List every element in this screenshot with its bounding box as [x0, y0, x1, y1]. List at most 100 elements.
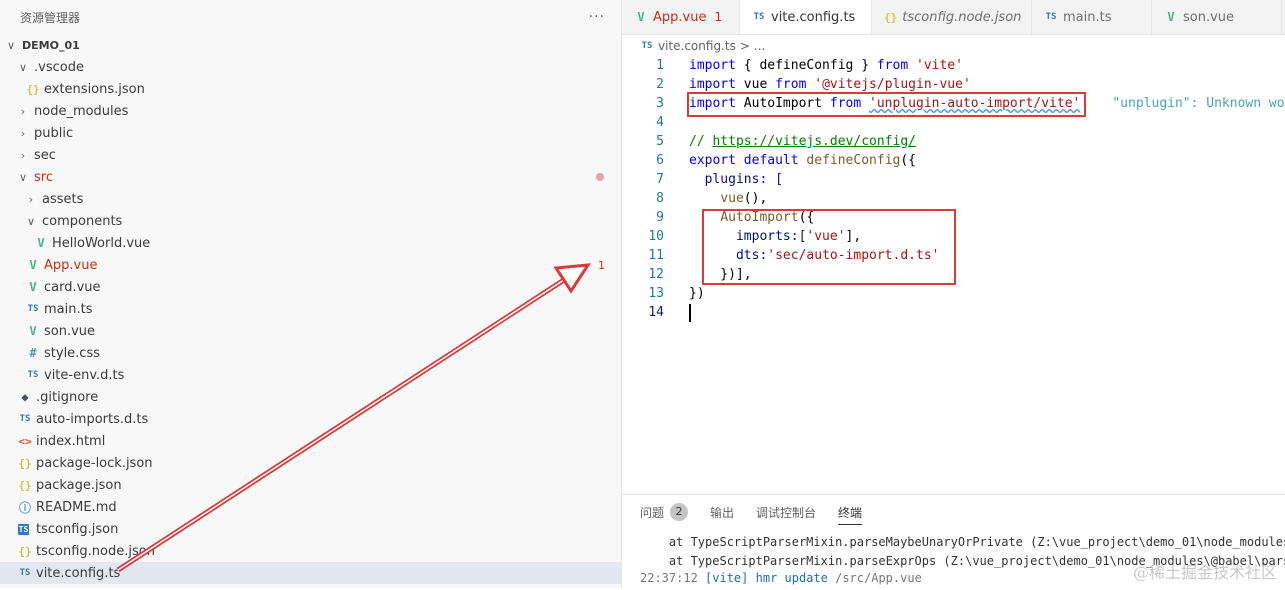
chevron-right-icon: › — [20, 148, 26, 162]
line-number: 8 — [656, 191, 664, 206]
tree-item[interactable]: › sec — [0, 144, 639, 166]
tree-item-label: package-lock.json — [36, 455, 153, 471]
tree-item[interactable]: Vson.vue — [0, 320, 647, 342]
tree-item[interactable]: ∨ src — [0, 166, 639, 188]
tab-label: main.ts — [1063, 9, 1112, 25]
panel-tab[interactable]: 调试控制台 — [756, 504, 816, 521]
editor-tab[interactable]: V App.vue 1 — [622, 0, 740, 34]
tree-item-label: tsconfig.json — [36, 521, 119, 537]
panel-tabs: 问题 2 输出 调试控制台 终端 — [622, 495, 1285, 529]
line-number: 6 — [656, 153, 664, 168]
code-line: 5 // https://vitejs.dev/config/ — [622, 132, 1285, 151]
code-text: // https://vitejs.dev/config/ — [689, 134, 916, 149]
editor-tab[interactable]: Vson.vue — [1152, 0, 1282, 34]
chevron-down-icon: ∨ — [18, 170, 28, 184]
css-file-icon: # — [29, 346, 37, 360]
tree-item[interactable]: TS main.ts — [0, 298, 647, 320]
chevron-down-icon: ∨ — [26, 214, 36, 228]
vue-file-icon: V — [37, 236, 45, 250]
config-link[interactable]: https://vitejs.dev/config/ — [712, 134, 916, 149]
editor-tab[interactable]: TS main.ts — [1032, 0, 1152, 34]
line-number: 2 — [656, 77, 664, 92]
tab-label: vite.config.ts — [771, 9, 856, 25]
tree-item[interactable]: {} package.json — [0, 474, 639, 496]
editor-area: V App.vue 1 TS vite.config.ts {} tsconfig.node… — [622, 0, 1285, 589]
tab-problem-count: 1 — [714, 10, 723, 24]
line-number: 7 — [656, 172, 664, 187]
tree-item[interactable]: ◆ .gitignore — [0, 386, 639, 408]
line-number: 5 — [656, 134, 664, 149]
panel-tab[interactable]: 问题 2 — [640, 503, 689, 521]
tree-item[interactable]: V App.vue — [0, 254, 647, 276]
tab-label: tsconfig.node.json — [902, 9, 1022, 25]
tree-item[interactable]: TS vite-env.d.ts — [0, 364, 647, 386]
tree-item[interactable]: TS auto-imports.d.ts — [0, 408, 639, 430]
tab-label: son.vue — [1183, 9, 1235, 25]
tree-item[interactable]: › node_modules — [0, 100, 639, 122]
tsconfig-file-icon: TS — [18, 523, 29, 535]
code-text: }) — [689, 286, 705, 301]
chevron-right-icon: › — [28, 192, 34, 206]
tree-item[interactable]: TS tsconfig.json — [0, 518, 639, 540]
tree-item[interactable]: V HelloWorld.vue — [0, 232, 655, 254]
tree-item[interactable]: {} package-lock.json — [0, 452, 639, 474]
panel-tab-label: 调试控制台 — [756, 505, 817, 520]
tree-item[interactable]: {} tsconfig.node.json — [0, 540, 639, 562]
tree-item[interactable]: › public — [0, 122, 639, 144]
typescript-file-icon: TS — [1045, 12, 1057, 22]
tree-item[interactable]: ⓘ README.md — [0, 496, 639, 518]
code-line: 1 import { defineConfig } from 'vite' — [622, 56, 1285, 75]
tree-item-label: extensions.json — [44, 81, 145, 97]
tree-item[interactable]: # style.css — [0, 342, 647, 364]
tree-item[interactable]: ∨ DEMO_01 — [0, 34, 627, 56]
tree-item-label: card.vue — [44, 279, 101, 295]
tree-item[interactable]: ∨ components — [0, 210, 647, 232]
vue-file-icon: V — [637, 10, 645, 24]
problems-count-badge: 2 — [670, 503, 689, 521]
tree-item[interactable]: <> index.html — [0, 430, 639, 452]
panel-tab[interactable]: 终端 — [838, 504, 863, 525]
tab-label: App.vue — [653, 9, 707, 25]
editor-tab[interactable]: TS vite.config.ts — [740, 0, 872, 34]
breadcrumb-separator: > — [739, 39, 750, 53]
breadcrumb-rest[interactable]: ... — [754, 39, 765, 53]
modified-dot-icon — [596, 173, 604, 181]
bottom-panel: 问题 2 输出 调试控制台 终端 at TypeScriptParserMixin.pa… — [622, 494, 1285, 589]
line-number: 13 — [648, 286, 664, 301]
editor-tabs: V App.vue 1 TS vite.config.ts {} tsconfig.node… — [622, 0, 1285, 35]
terminal-line: 22:37:12 [vite] hmr update /src/App.vue — [640, 571, 922, 585]
typescript-file-icon: TS — [19, 414, 31, 424]
tree-item-label: vite.config.ts — [36, 565, 121, 581]
code-line: 14 — [622, 303, 1285, 322]
tree-item-label: tsconfig.node.json — [36, 543, 155, 559]
git-file-icon: ◆ — [21, 390, 29, 404]
watermark: @稀土掘金技术社区 — [1132, 563, 1277, 582]
editor-tab[interactable]: {} tsconfig.node.json — [872, 0, 1032, 34]
vue-file-icon: V — [29, 258, 37, 272]
explorer-title: 资源管理器 — [20, 10, 81, 25]
tree-item[interactable]: ∨ .vscode — [0, 56, 639, 78]
more-actions-icon[interactable]: ··· — [589, 9, 605, 25]
typescript-file-icon: TS — [753, 12, 765, 22]
tree-item[interactable]: {} extensions.json — [0, 78, 647, 100]
json-file-icon: {} — [18, 456, 32, 470]
tree-item[interactable]: Vcard.vue — [0, 276, 647, 298]
panel-tab[interactable]: 输出 — [710, 504, 734, 521]
tree-item-label: App.vue — [44, 257, 98, 273]
code-line: 7 plugins: [ — [622, 170, 1285, 189]
tree-item-label: index.html — [36, 433, 106, 449]
tree-item-label: auto-imports.d.ts — [36, 411, 149, 427]
breadcrumb: TS vite.config.ts > ... — [622, 35, 1285, 57]
line-number: 14 — [648, 305, 664, 320]
tree-item-label: sec — [34, 147, 56, 163]
panel-tab-label: 终端 — [838, 505, 863, 520]
vue-file-icon: V — [29, 324, 37, 338]
json-file-icon: {} — [18, 544, 32, 558]
tree-item-label: package.json — [36, 477, 122, 493]
tree-item-label: main.ts — [44, 301, 93, 317]
vue-file-icon: V — [1167, 10, 1175, 24]
code-line: 13 }) — [622, 284, 1285, 303]
tree-item[interactable]: TS vite.config.ts — [0, 562, 639, 584]
breadcrumb-file[interactable]: vite.config.ts — [658, 39, 736, 53]
tree-item[interactable]: › assets — [0, 188, 647, 210]
